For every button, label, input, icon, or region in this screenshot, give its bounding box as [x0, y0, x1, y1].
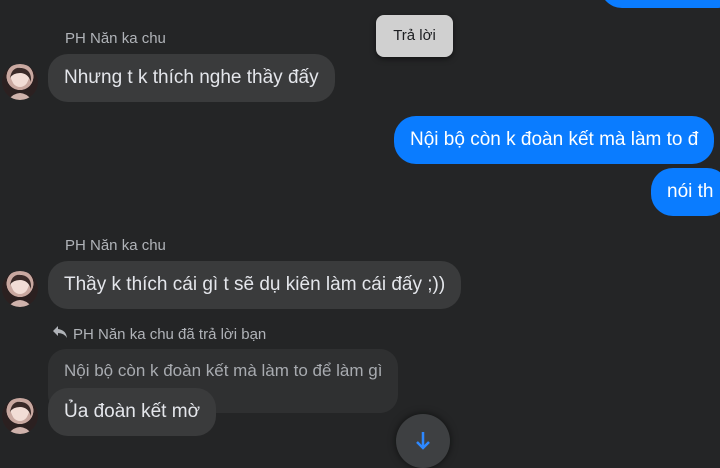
incoming-message[interactable]: Ủa đoàn kết mờ	[48, 388, 217, 436]
sender-name: PH Năn ka chu	[65, 237, 166, 254]
reply-tooltip: Trả lời	[376, 15, 453, 57]
avatar[interactable]	[2, 398, 38, 434]
avatar[interactable]	[2, 64, 38, 100]
avatar[interactable]	[2, 271, 38, 307]
reply-header: PH Năn ka chu đã trả lời bạn	[52, 325, 266, 343]
incoming-message[interactable]: Nhưng t k thích nghe thầy đấy	[48, 54, 335, 102]
reply-label: PH Năn ka chu đã trả lời bạn	[73, 325, 267, 343]
sender-name: PH Năn ka chu	[65, 30, 166, 47]
outgoing-bubble-partial[interactable]	[600, 0, 720, 8]
outgoing-message[interactable]: nói th	[651, 168, 720, 216]
incoming-message[interactable]: Thầy k thích cái gì t sẽ dụ kiên làm cái…	[48, 261, 462, 309]
outgoing-message[interactable]: Nội bộ còn k đoàn kết mà làm to đ	[394, 116, 715, 164]
scroll-down-button[interactable]	[396, 414, 450, 468]
reply-arrow-icon	[52, 325, 68, 343]
arrow-down-icon	[415, 430, 431, 455]
